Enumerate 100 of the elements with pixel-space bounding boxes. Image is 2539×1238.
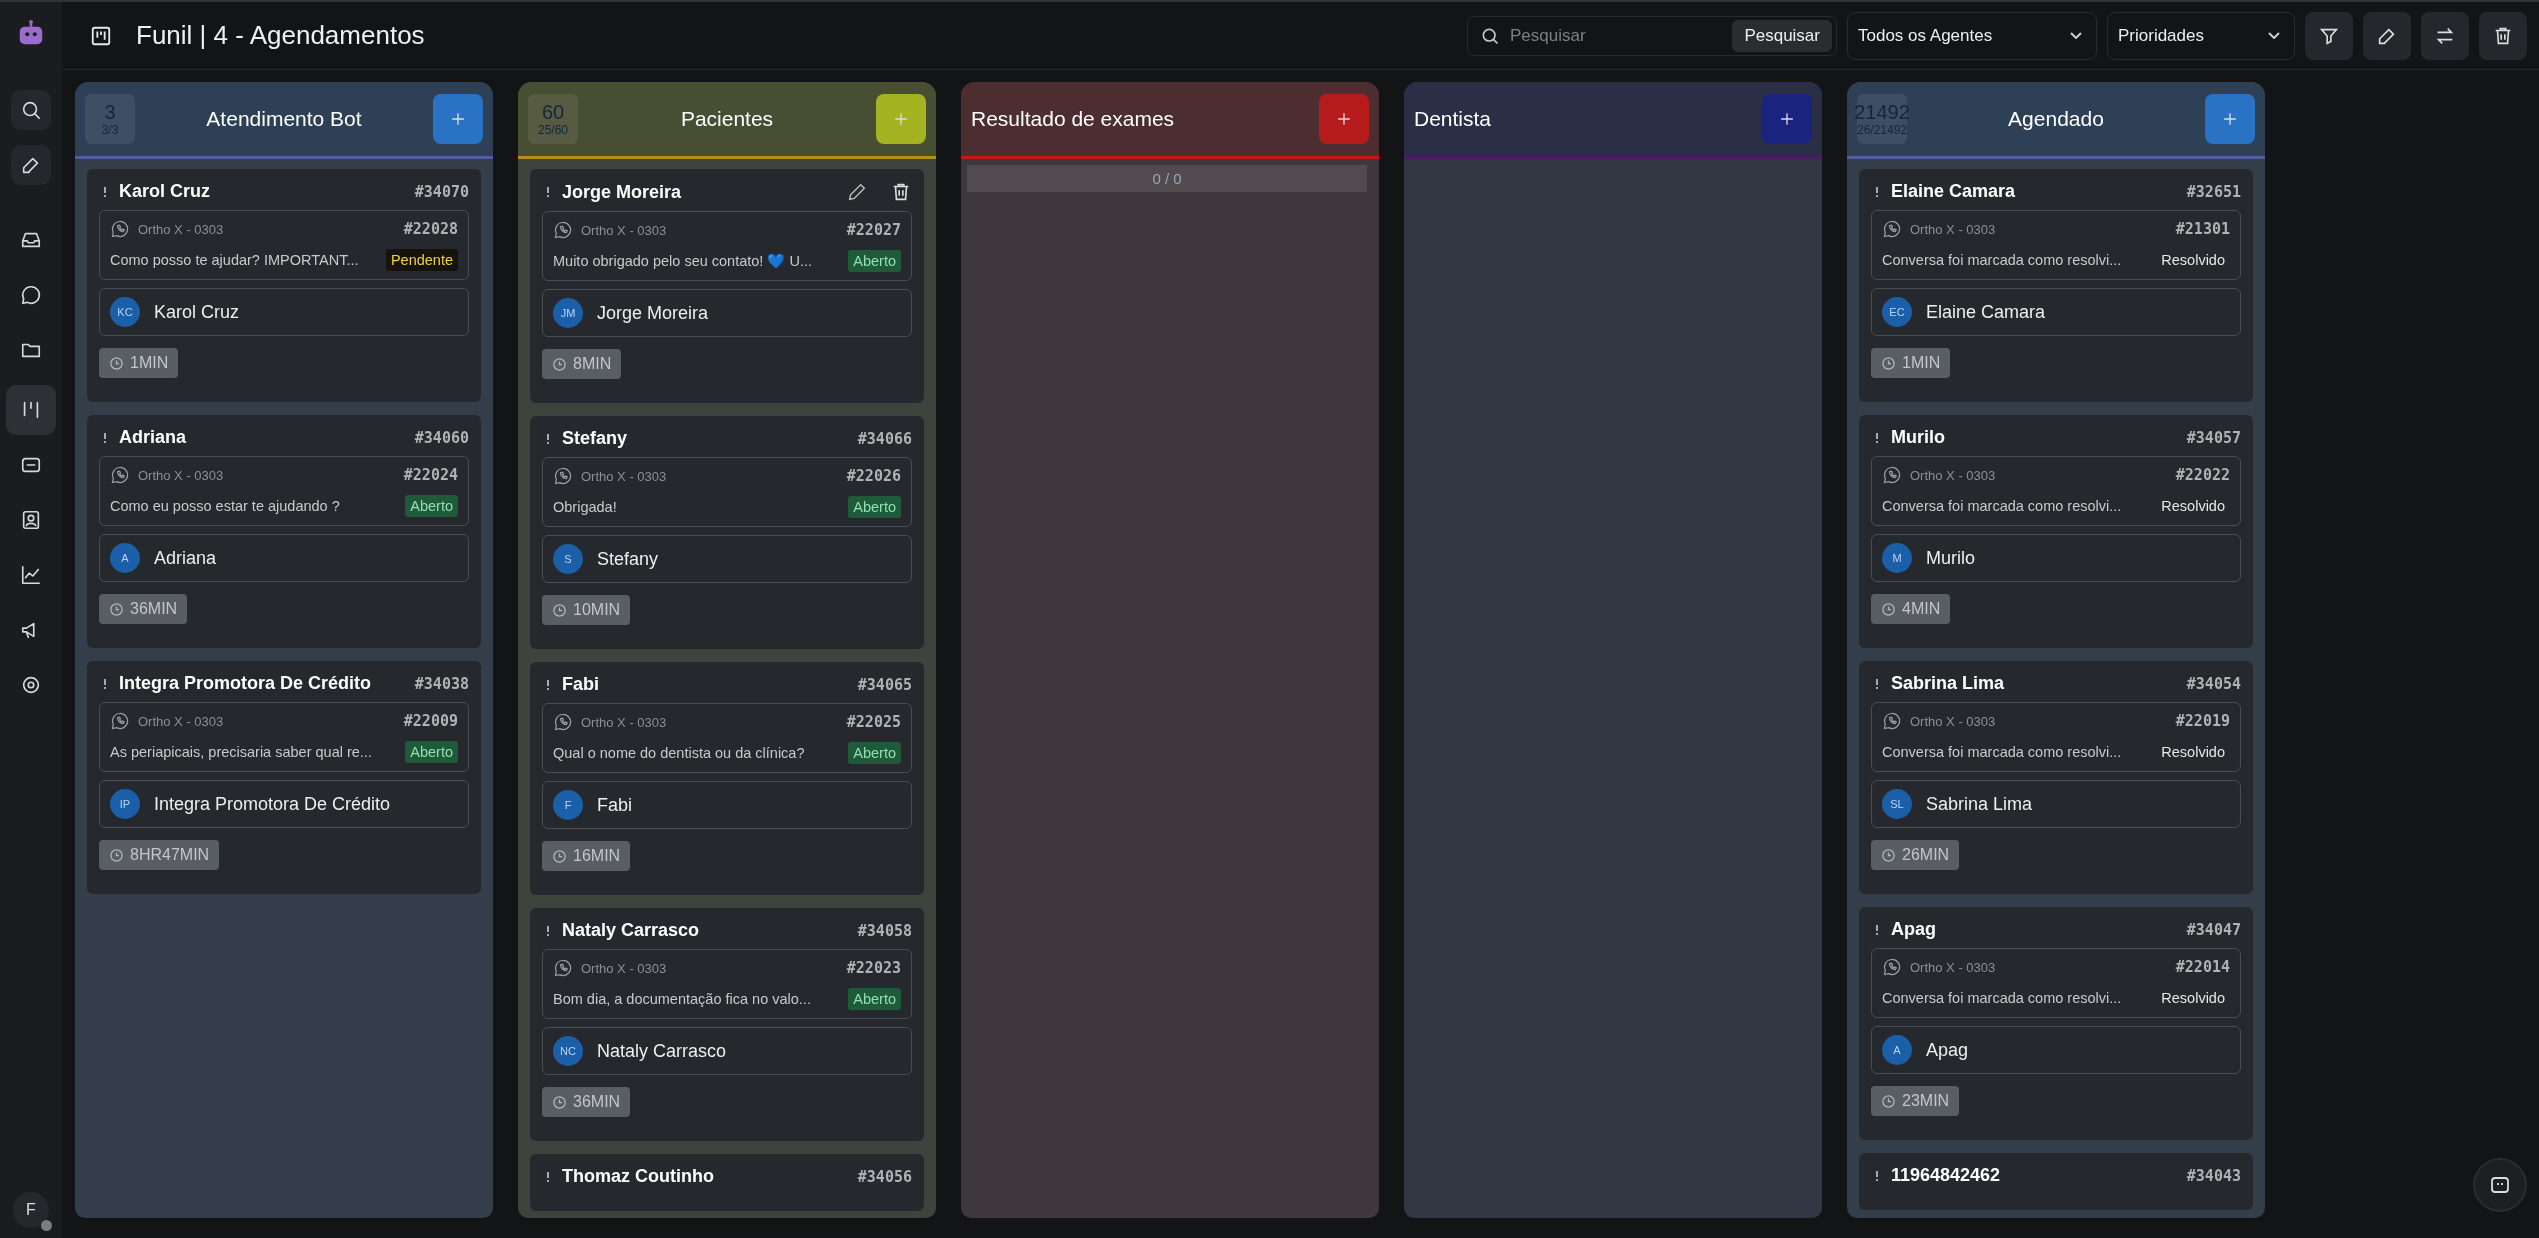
elapsed-time: 8HR47MIN xyxy=(130,846,210,864)
conversation-box[interactable]: Ortho X - 0303 #21301 Conversa foi marcada como resolvi... Resolvido xyxy=(1871,210,2241,280)
sidebar-nav-button[interactable] xyxy=(11,90,51,130)
whatsapp-icon xyxy=(110,219,130,239)
contact-name: Integra Promotora De Crédito xyxy=(154,793,391,815)
sidebar-nav-button[interactable] xyxy=(11,145,51,185)
contact-row[interactable]: KC Karol Cruz xyxy=(99,288,469,336)
clock-icon xyxy=(1881,1093,1896,1109)
contact-name: Nataly Carrasco xyxy=(597,1040,727,1062)
deal-card[interactable]: Murilo #34057 Ortho X - 0303 #22022 Conversa foi marcada como resolvi... Resolvido M Murilo 4MIN xyxy=(1859,415,2253,648)
deal-card[interactable]: Nataly Carrasco #34058 Ortho X - 0303 #22023 Bom dia, a documentação fica no valo... Aberto NC Nataly Carrasco 36MIN xyxy=(530,908,924,1141)
delete-button[interactable] xyxy=(2479,11,2527,60)
card-id: #34054 xyxy=(2186,674,2241,693)
conversation-box[interactable]: Ortho X - 0303 #22024 Como eu posso estar te ajudando ? Aberto xyxy=(99,456,469,526)
column-title: Dentista xyxy=(1414,107,1493,131)
card-title: Stefany xyxy=(562,428,628,449)
conversation-box[interactable]: Ortho X - 0303 #22014 Conversa foi marcada como resolvi... Resolvido xyxy=(1871,948,2241,1018)
elapsed-time: 1MIN xyxy=(130,354,169,372)
conversation-box[interactable]: Ortho X - 0303 #22028 Como posso te ajudar? IMPORTANT... Pendente xyxy=(99,210,469,280)
deal-card[interactable]: Thomaz Coutinho #34056 xyxy=(530,1154,924,1211)
chat-icon xyxy=(20,284,42,306)
clock-icon xyxy=(552,1094,567,1110)
user-avatar[interactable]: F xyxy=(13,1192,49,1228)
clock-icon xyxy=(109,355,124,371)
deal-card[interactable]: Apag #34047 Ortho X - 0303 #22014 Conversa foi marcada como resolvi... Resolvido A Apag 23MIN xyxy=(1859,907,2253,1140)
avatar-initials: F xyxy=(553,790,583,820)
deal-card[interactable]: Karol Cruz #34070 Ortho X - 0303 #22028 Como posso te ajudar? IMPORTANT... Pendente KC Karol Cruz 1MIN xyxy=(87,169,481,402)
contact-row[interactable]: JM Jorge Moreira xyxy=(542,289,912,337)
inbox-name: Ortho X - 0303 xyxy=(1910,959,1996,975)
chevron-down-icon xyxy=(2070,32,2082,39)
kanban-icon xyxy=(90,24,112,47)
conversation-box[interactable]: Ortho X - 0303 #22023 Bom dia, a documentação fica no valo... Aberto xyxy=(542,949,912,1019)
avatar-initials: M xyxy=(1882,543,1912,573)
clock-icon xyxy=(1881,601,1896,617)
priority-icon xyxy=(546,924,550,937)
conversation-box[interactable]: Ortho X - 0303 #22022 Conversa foi marcada como resolvi... Resolvido xyxy=(1871,456,2241,526)
message-preview: Bom dia, a documentação fica no valo... xyxy=(553,991,812,1007)
elapsed-time: 1MIN xyxy=(1902,354,1941,372)
avatar-initials: S xyxy=(553,544,583,574)
deal-card[interactable]: Sabrina Lima #34054 Ortho X - 0303 #22019 Conversa foi marcada como resolvi... Resolvido SL Sabrina Lima 26MIN xyxy=(1859,661,2253,894)
deal-card[interactable]: Jorge Moreira Ortho X - 0303 #22027 Muito obrigado pelo seu contato! 💙 U... Aberto JM Jorge Moreira 8MIN xyxy=(530,169,924,403)
deal-card[interactable]: Integra Promotora De Crédito #34038 Ortho X - 0303 #22009 As periapicais, precisaria saber qual re... Aberto IP Integra Promotora De Crédito 8HR47MIN xyxy=(87,661,481,894)
elapsed-time: 36MIN xyxy=(130,600,178,618)
contact-name: Murilo xyxy=(1926,547,1975,569)
message-preview: Como posso te ajudar? IMPORTANT... xyxy=(110,252,360,268)
conversation-box[interactable]: Ortho X - 0303 #22019 Conversa foi marcada como resolvi... Resolvido xyxy=(1871,702,2241,772)
deal-card[interactable]: Adriana #34060 Ortho X - 0303 #22024 Como eu posso estar te ajudando ? Aberto A Adriana 36MIN xyxy=(87,415,481,648)
card-counter: 0 / 0 xyxy=(967,165,1367,192)
chat-widget-button[interactable] xyxy=(2473,1158,2527,1212)
elapsed-time: 16MIN xyxy=(573,847,621,865)
avatar-initials: SL xyxy=(1882,789,1912,819)
conversation-box[interactable]: Ortho X - 0303 #22025 Qual o nome do dentista ou da clínica? Aberto xyxy=(542,703,912,773)
message-preview: Conversa foi marcada como resolvi... xyxy=(1882,990,2123,1006)
column-title: Atendimento Bot xyxy=(205,107,363,131)
clock-icon xyxy=(552,356,567,372)
avatar-initials: KC xyxy=(110,297,140,327)
priority-dropdown[interactable]: Prioridades xyxy=(2107,11,2295,60)
settings-icon xyxy=(20,674,42,696)
card-id: #34047 xyxy=(2186,920,2241,939)
card-title: Karol Cruz xyxy=(119,181,210,202)
whatsapp-icon xyxy=(1882,219,1902,239)
deal-card[interactable]: Elaine Camara #32651 Ortho X - 0303 #21301 Conversa foi marcada como resolvi... Resolvido EC Elaine Camara 1MIN xyxy=(1859,169,2253,402)
whatsapp-icon xyxy=(553,220,573,240)
inbox-name: Ortho X - 0303 xyxy=(581,960,667,976)
swap-button[interactable] xyxy=(2421,11,2469,60)
contact-name: Jorge Moreira xyxy=(597,302,709,324)
priority-icon xyxy=(1875,1169,1879,1182)
contact-name: Sabrina Lima xyxy=(1926,793,2033,815)
priority-icon xyxy=(546,432,550,445)
dropdown-value: Prioridades xyxy=(2118,25,2204,46)
conversation-box[interactable]: Ortho X - 0303 #22027 Muito obrigado pelo seu contato! 💙 U... Aberto xyxy=(542,211,912,281)
chevron-down-icon xyxy=(2268,32,2280,39)
card-title: Jorge Moreira xyxy=(562,181,682,203)
contact-row[interactable]: M Murilo xyxy=(1871,534,2241,582)
column-title: Pacientes xyxy=(679,107,775,131)
search-button[interactable]: Pesquisar xyxy=(1732,19,1832,52)
search-field[interactable]: Pesquisar Pesquisar xyxy=(1467,15,1837,56)
deal-card[interactable]: Stefany #34066 Ortho X - 0303 #22026 Obrigada! Aberto S Stefany 10MIN xyxy=(530,416,924,649)
avatar-initials: NC xyxy=(553,1036,583,1066)
pencil-icon[interactable] xyxy=(846,181,868,203)
contact-row[interactable]: F Fabi xyxy=(542,781,912,829)
deal-card[interactable]: 11964842462 #34043 xyxy=(1859,1153,2253,1210)
message-preview: Muito obrigado pelo seu contato! 💙 U... xyxy=(553,252,813,270)
column-title: Agendado xyxy=(2007,107,2105,131)
contact-row[interactable]: IP Integra Promotora De Crédito xyxy=(99,780,469,828)
edit-button[interactable] xyxy=(2363,11,2411,60)
clock-icon xyxy=(109,601,124,617)
filter-button[interactable] xyxy=(2305,11,2353,60)
deal-card[interactable]: Fabi #34065 Ortho X - 0303 #22025 Qual o nome do dentista ou da clínica? Aberto F Fabi 16MIN xyxy=(530,662,924,895)
contact-row[interactable]: SL Sabrina Lima xyxy=(1871,780,2241,828)
card-id: #34056 xyxy=(857,1167,912,1186)
contact-row[interactable]: A Adriana xyxy=(99,534,469,582)
agent-dropdown[interactable]: Todos os Agentes xyxy=(1847,11,2097,60)
contact-row[interactable]: S Stefany xyxy=(542,535,912,583)
contact-row[interactable]: EC Elaine Camara xyxy=(1871,288,2241,336)
contact-row[interactable]: A Apag xyxy=(1871,1026,2241,1074)
priority-icon xyxy=(103,677,107,690)
conversation-box[interactable]: Ortho X - 0303 #22009 As periapicais, precisaria saber qual re... Aberto xyxy=(99,702,469,772)
conversation-box[interactable]: Ortho X - 0303 #22026 Obrigada! Aberto xyxy=(542,457,912,527)
contact-row[interactable]: NC Nataly Carrasco xyxy=(542,1027,912,1075)
